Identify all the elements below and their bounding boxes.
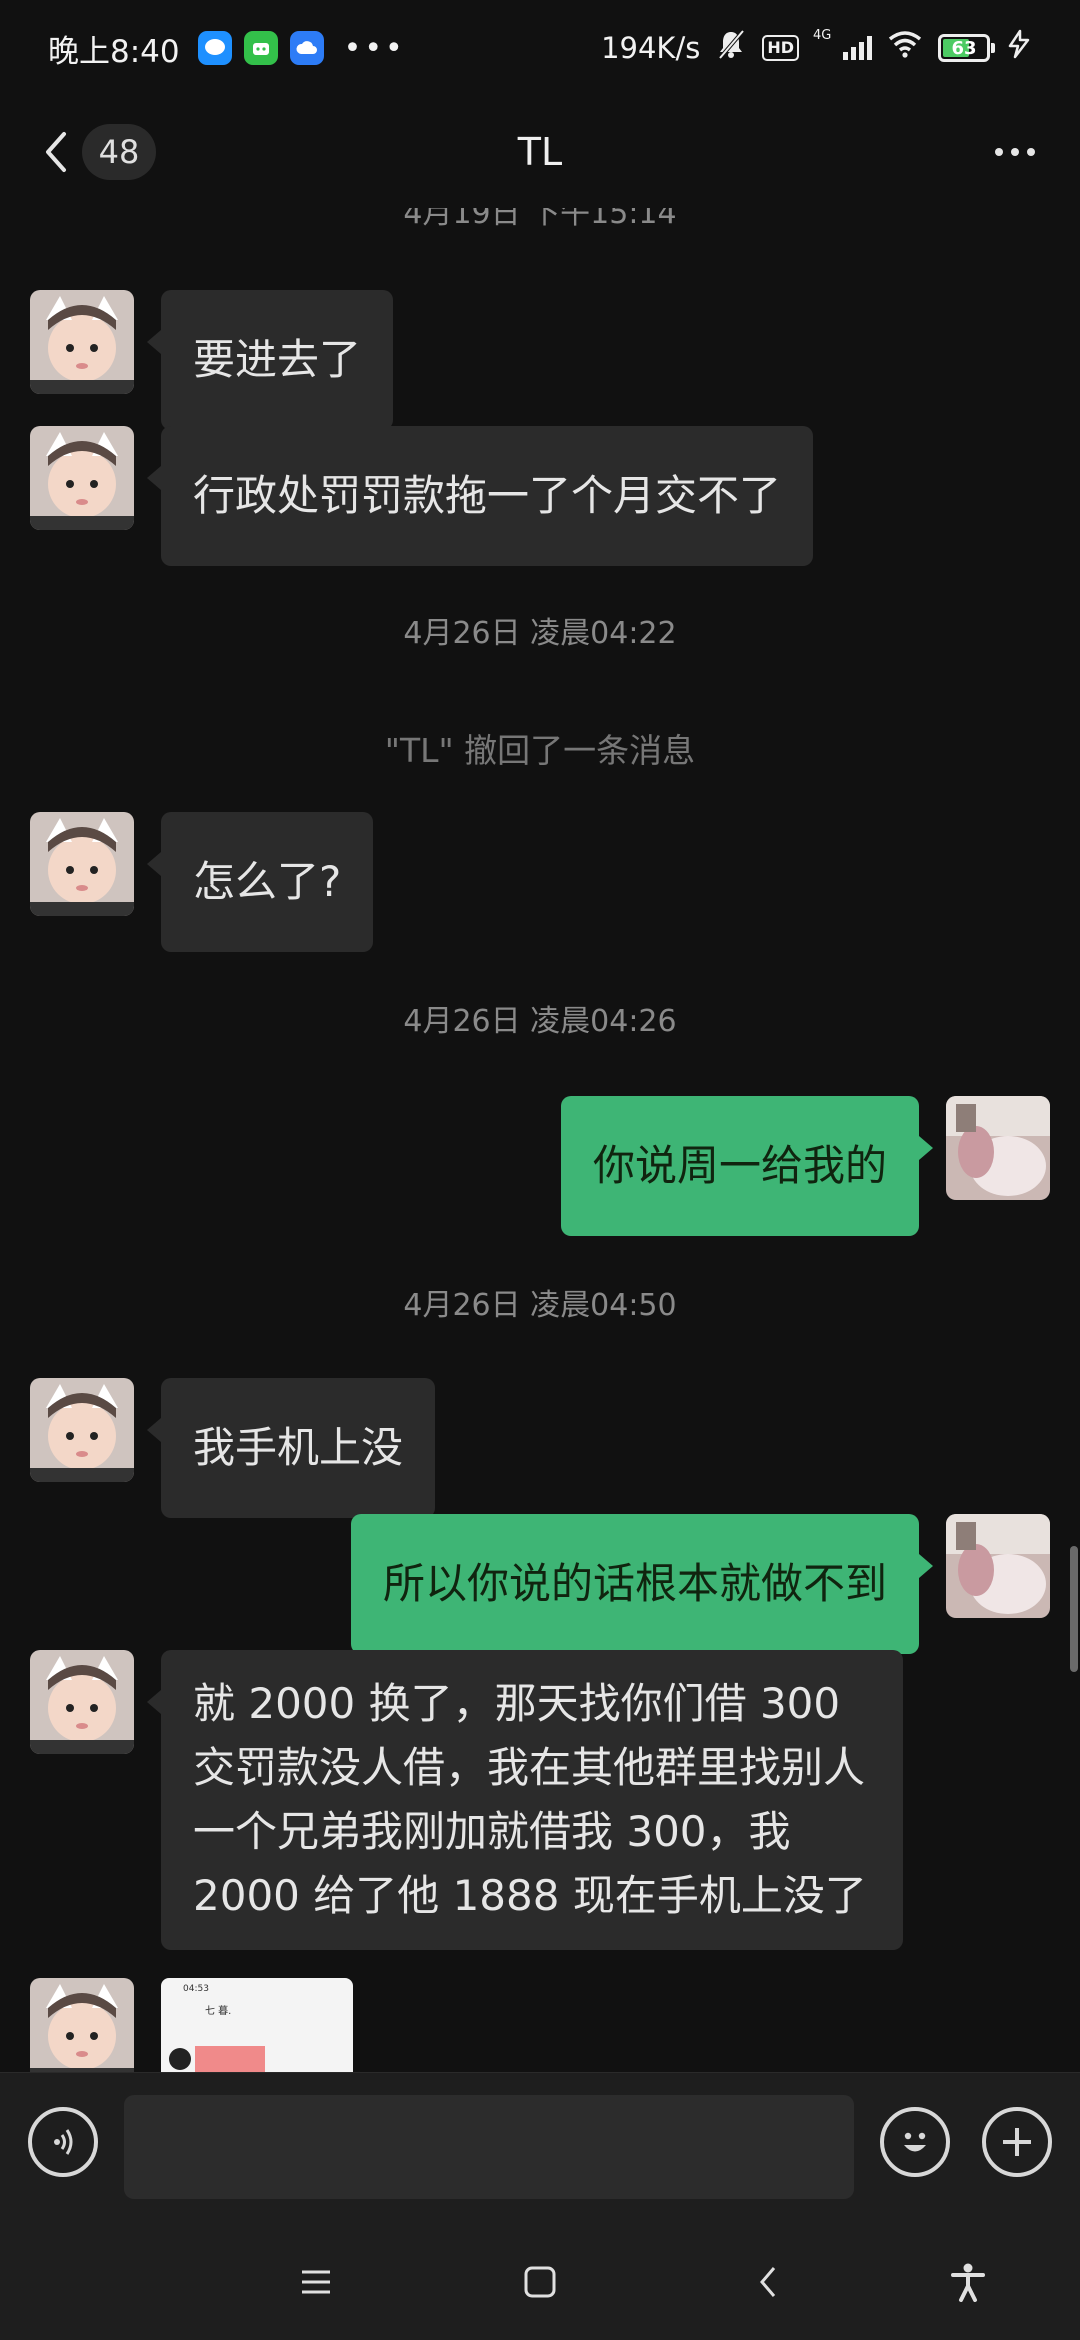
timestamp: 4月26日 凌晨04:22: [403, 616, 677, 651]
message-bubble-outgoing[interactable]: 你说周一给我的: [560, 1096, 934, 1236]
message-bubble-incoming[interactable]: 怎么了?: [146, 812, 374, 952]
voice-button[interactable]: [28, 2107, 98, 2177]
emoji-button[interactable]: [880, 2107, 950, 2177]
chat-title: TL: [517, 130, 563, 174]
message-input[interactable]: [124, 2095, 854, 2199]
network-speed: 194K/s: [601, 31, 701, 65]
timestamp: 4月26日 凌晨04:26: [403, 1004, 677, 1039]
partial-timestamp: 4月19日 下午15:14: [403, 208, 677, 231]
message-bubble-incoming[interactable]: 行政处罚罚款拖一了个月交不了: [146, 426, 814, 566]
voice-icon: [54, 2129, 73, 2155]
plus-button[interactable]: [982, 2107, 1052, 2177]
home-square-icon: [524, 2266, 556, 2298]
plus-icon: [1003, 2128, 1031, 2156]
input-bar: [0, 2072, 1080, 2224]
status-right-group: 194K/s HD 4G 63: [601, 28, 1032, 68]
more-options-button[interactable]: [980, 126, 1050, 178]
hd-badge: HD: [762, 35, 799, 61]
my-avatar[interactable]: [946, 1096, 1050, 1200]
accessibility-icon: [951, 2263, 985, 2302]
wifi-icon: [888, 30, 922, 66]
recall-notice: "TL" 撤回了一条消息: [384, 731, 696, 770]
emoji-icon: [904, 2132, 926, 2152]
chevron-left-icon: [46, 132, 66, 172]
my-avatar[interactable]: [946, 1514, 1050, 1618]
back-button[interactable]: [36, 124, 76, 180]
signal-icon: 4G: [813, 28, 872, 60]
thumbnail-avatar: [169, 2048, 191, 2070]
home-button[interactable]: [512, 2254, 568, 2310]
system-navigation-bar: [0, 2224, 1080, 2340]
message-bubble-incoming[interactable]: 要进去了: [146, 290, 394, 430]
chat-screen: 晚上8:40 ••• 194K/s HD 4G 63 48 TL 4月19日 下…: [0, 0, 1080, 2340]
mute-bell-icon: [716, 28, 746, 68]
back-arrow-icon: [760, 2267, 776, 2297]
image-message-thumbnail[interactable]: 04:53 七 暮.: [161, 1978, 353, 2072]
message-app-notification-icon: [197, 31, 232, 65]
system-back-button[interactable]: [740, 2254, 796, 2310]
message-bubble-incoming[interactable]: 就 2000 换了，那天找你们借 300 交罚款没人借，我在其他群里找别人一个兄…: [147, 1650, 903, 1950]
unread-count-badge[interactable]: 48: [82, 124, 156, 180]
network-type: 4G: [813, 28, 832, 43]
chat-header: 48 TL: [0, 96, 1080, 208]
contact-avatar[interactable]: [30, 1650, 134, 1754]
recent-apps-button[interactable]: [288, 2254, 344, 2310]
contact-avatar[interactable]: [30, 812, 134, 916]
battery-indicator: 63: [938, 34, 995, 62]
charging-icon: [1006, 29, 1032, 67]
message-bubble-incoming[interactable]: 我手机上没: [146, 1378, 436, 1518]
status-bar: 晚上8:40 ••• 194K/s HD 4G 63: [0, 0, 1080, 96]
accessibility-button[interactable]: [940, 2254, 996, 2310]
message-list[interactable]: 4月19日 下午15:14 要进去了 行政处罚罚款拖一了个月交不了 4月26日 …: [0, 208, 1080, 2072]
thumbnail-red-card: [195, 2046, 265, 2072]
status-time: 晚上8:40: [48, 33, 180, 70]
android-app-notification-icon: [243, 31, 278, 65]
scrollbar-thumb[interactable]: [1070, 1546, 1078, 1672]
thumbnail-contact-name: 七 暮.: [205, 2006, 232, 2017]
contact-avatar[interactable]: [30, 290, 134, 394]
timestamp: 4月26日 凌晨04:50: [403, 1288, 677, 1323]
menu-icon: [302, 2270, 330, 2294]
more-dots-icon: [995, 148, 1003, 156]
message-bubble-outgoing[interactable]: 所以你说的话根本就做不到: [350, 1514, 934, 1654]
battery-level: 63: [951, 37, 977, 59]
contact-avatar[interactable]: [30, 1978, 134, 2072]
thumbnail-time: 04:53: [183, 1984, 209, 1994]
more-notifications-icon: •••: [343, 30, 406, 66]
cloud-app-notification-icon: [289, 31, 324, 65]
contact-avatar[interactable]: [30, 426, 134, 530]
contact-avatar[interactable]: [30, 1378, 134, 1482]
